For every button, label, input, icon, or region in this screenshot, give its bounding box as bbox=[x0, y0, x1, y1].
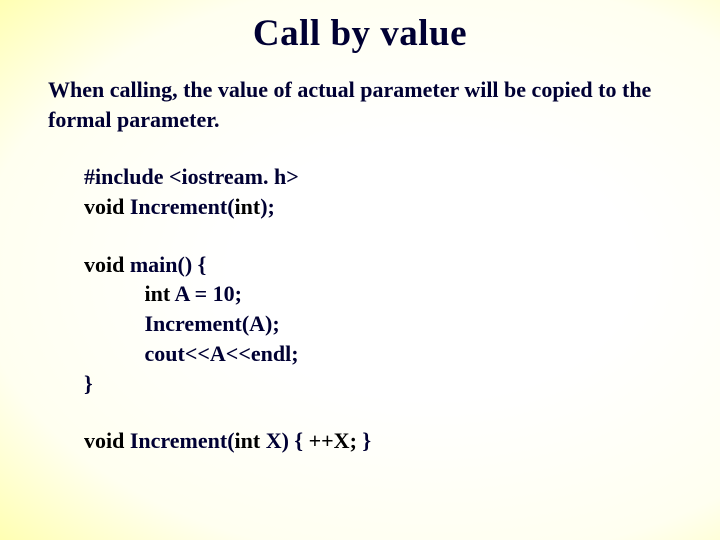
txt-decl: A = 10; bbox=[170, 281, 242, 306]
kw-void: void bbox=[84, 194, 124, 219]
code-line-decl: int A = 10; bbox=[84, 279, 720, 309]
slide-title: Call by value bbox=[0, 12, 720, 55]
txt-proto-2: ); bbox=[260, 194, 275, 219]
txt-def-2c: } bbox=[362, 428, 371, 453]
spacer bbox=[84, 398, 720, 426]
spacer bbox=[84, 222, 720, 250]
code-line-call: Increment(A); bbox=[84, 309, 720, 339]
kw-void: void bbox=[84, 428, 124, 453]
intro-text: When calling, the value of actual parame… bbox=[48, 75, 668, 134]
txt-proto-1: Increment( bbox=[124, 194, 234, 219]
code-block: #include <iostream. h> void Increment(in… bbox=[84, 162, 720, 456]
code-line-cout: cout<<A<<endl; bbox=[84, 339, 720, 369]
txt-def-1: Increment( bbox=[124, 428, 234, 453]
txt-def-2a: X) { bbox=[260, 428, 308, 453]
txt-main: main() { bbox=[124, 252, 206, 277]
kw-int: int bbox=[235, 194, 261, 219]
kw-void: void bbox=[84, 252, 124, 277]
code-line-close: } bbox=[84, 369, 720, 399]
code-line-proto: void Increment(int); bbox=[84, 192, 720, 222]
txt-def-2b: ++X; bbox=[309, 428, 363, 453]
spacer bbox=[0, 134, 720, 162]
code-line-main: void main() { bbox=[84, 250, 720, 280]
kw-int: int bbox=[235, 428, 261, 453]
code-line-def: void Increment(int X) { ++X; } bbox=[84, 426, 720, 456]
kw-int: int bbox=[84, 281, 170, 306]
code-line-include: #include <iostream. h> bbox=[84, 162, 720, 192]
